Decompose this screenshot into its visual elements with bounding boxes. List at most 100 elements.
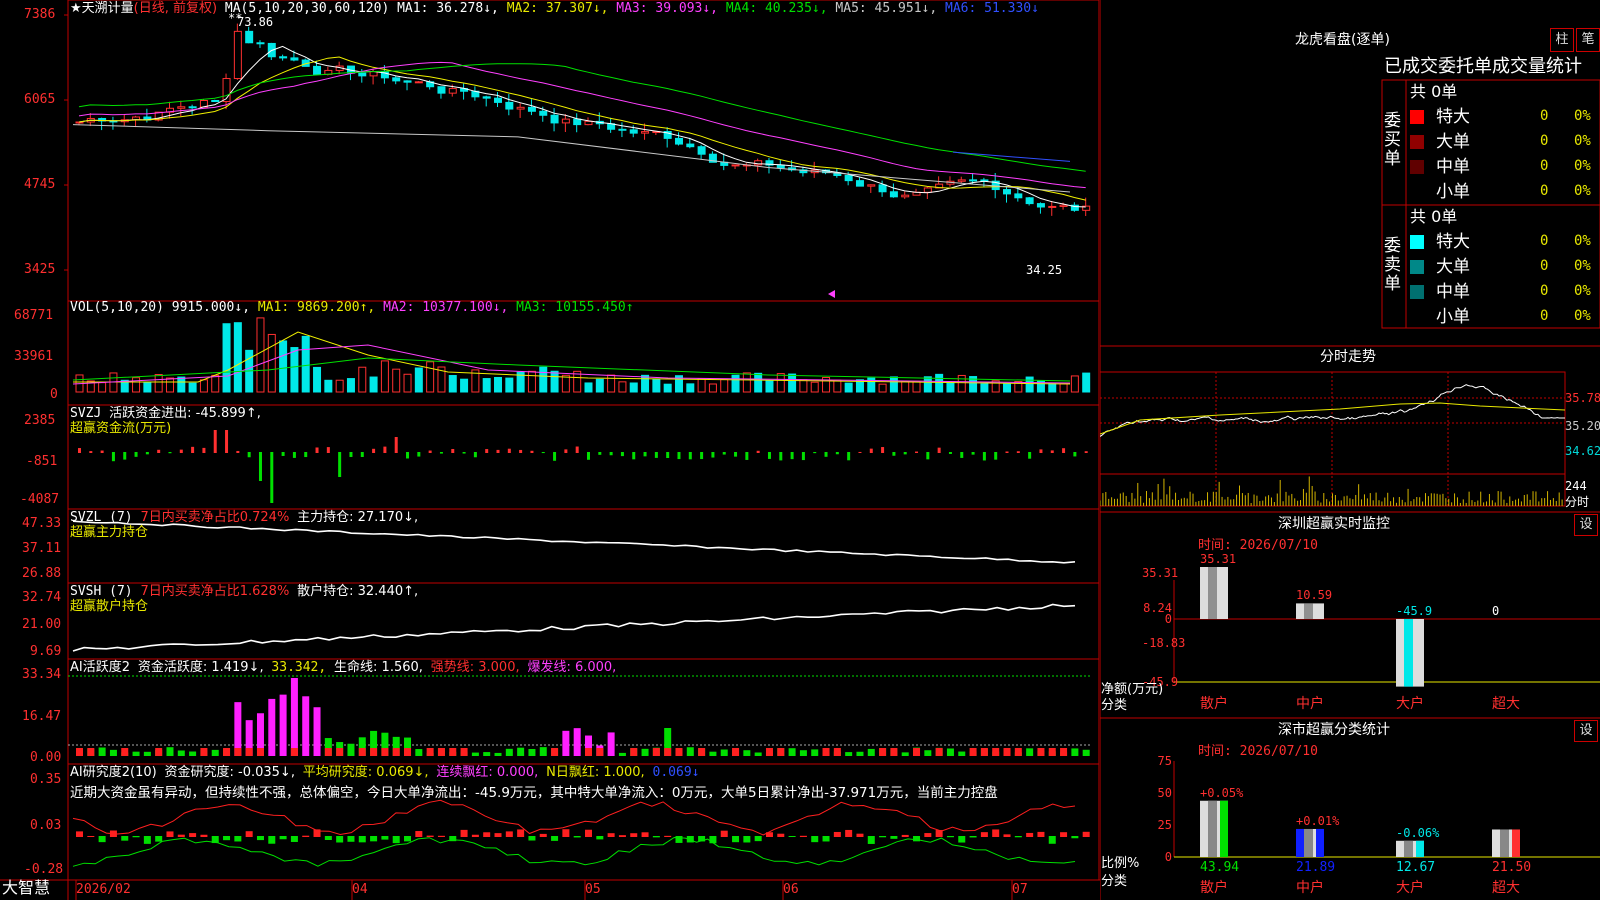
activity-red-base <box>980 748 988 756</box>
fundflow-bar <box>89 451 93 453</box>
svzl-ytick-0: 47.33 <box>22 516 62 531</box>
activity-bar <box>754 752 762 756</box>
sz-class-settings-button[interactable]: 设 <box>1574 720 1598 742</box>
volume-bar <box>629 382 638 393</box>
svsh-ytick-2: 9.69 <box>30 644 62 659</box>
candle <box>482 96 491 99</box>
szc-category-3: 超大 <box>1492 880 1520 896</box>
activity-red-base <box>449 748 457 756</box>
ma5-line <box>72 124 1071 193</box>
candle <box>855 180 864 187</box>
dragon-title: 龙虎看盘(逐单) <box>1295 32 1390 48</box>
research-bar <box>336 836 344 843</box>
szm-value-0: 35.31 <box>1200 552 1237 566</box>
activity-red-base <box>935 748 943 756</box>
vol-value: 9915.000↓, <box>171 300 251 315</box>
research-bar <box>969 836 977 838</box>
activity-red-base <box>437 748 445 756</box>
tick-mode-button[interactable]: 笔 <box>1576 28 1600 52</box>
buy-row-pct: 0% <box>1574 183 1591 199</box>
research-bar <box>76 831 83 837</box>
cursor-marker <box>828 290 835 298</box>
stock-terminal: ** ★天溯计量(日线, 前复权) MA(5,10,20,30,60,120) … <box>0 0 1600 900</box>
activity-bar <box>539 747 547 756</box>
svzl-header: SVZL (7) 7日内买卖净占比0.724% 主力持仓: 27.170↓, <box>70 510 418 526</box>
fundflow-bar <box>575 446 579 453</box>
volume-bar <box>346 378 355 393</box>
sell-swatch <box>1410 285 1424 299</box>
ma3-value: MA3: 39.093↓, <box>616 1 719 16</box>
sz-monitor-settings-button[interactable]: 设 <box>1574 514 1598 536</box>
bar-mode-button[interactable]: 柱 <box>1550 28 1574 52</box>
activity-bar <box>709 751 717 756</box>
air-nday: N日飘红: 1.000, <box>546 765 645 780</box>
volume-bar <box>833 379 842 393</box>
research-bar <box>732 836 740 843</box>
fundflow-bar <box>643 452 647 457</box>
volume-bar <box>957 374 966 393</box>
research-bar <box>1014 836 1022 838</box>
ai2-header: AI活跃度2 资金活跃度: 1.419↓, 33.342, 生命线: 1.560… <box>70 660 616 676</box>
szm-category-2: 大户 <box>1396 696 1424 712</box>
research-bar <box>1082 831 1090 837</box>
activity-red-base <box>1060 748 1068 756</box>
stock-title[interactable]: ★天溯计量 <box>70 1 134 16</box>
volume-bar <box>358 366 367 393</box>
szc-bar-color <box>1512 829 1520 857</box>
xaxis-label-0: 2026/02 <box>76 882 131 897</box>
activity-bar <box>132 751 140 756</box>
activity-red-base <box>392 748 400 756</box>
research-red-line <box>72 799 1076 836</box>
activity-bar <box>788 748 796 756</box>
sz-monitor-title: 深圳超赢实时监控 <box>1278 516 1390 532</box>
volume-bar <box>708 383 717 393</box>
svzl-ytick-2: 26.88 <box>22 566 62 581</box>
buy-row-name: 大单 <box>1436 132 1470 152</box>
volume-bar <box>788 373 797 393</box>
fundflow-bar <box>620 452 624 457</box>
fundflow-bar <box>394 437 398 453</box>
volume-bar <box>946 382 955 393</box>
fundflow-bar <box>338 452 342 477</box>
activity-bar <box>641 748 649 756</box>
activity-bar <box>867 748 875 756</box>
candle <box>1048 205 1057 208</box>
intraday-unit[interactable]: 分时 <box>1565 494 1589 510</box>
research-bar <box>641 832 649 837</box>
research-bar <box>788 836 796 838</box>
activity-bar <box>494 752 502 756</box>
fundflow-bar <box>745 452 749 460</box>
period-label[interactable]: (日线, 前复权) <box>134 1 217 16</box>
activity-red-base <box>324 748 332 756</box>
buy-swatch <box>1410 160 1424 174</box>
fundflow-bar <box>564 449 568 453</box>
candle <box>233 30 242 80</box>
activity-bar <box>347 743 355 756</box>
fundflow-bar <box>858 451 862 453</box>
fundflow-bar <box>292 452 296 458</box>
research-bar <box>867 836 875 844</box>
fundflow-bar <box>700 452 704 460</box>
volume-bar <box>607 374 616 393</box>
activity-red-base <box>698 748 706 756</box>
volume-bar <box>188 382 197 393</box>
vol-title: VOL(5,10,20) <box>70 300 164 315</box>
volume-bar <box>369 376 378 393</box>
candle <box>573 118 582 126</box>
szc-ytick-3: 0 <box>1164 850 1172 864</box>
fundflow-bar <box>462 452 466 454</box>
activity-red-base <box>381 748 389 756</box>
volume-bar <box>279 340 288 393</box>
fundflow-bar <box>179 449 183 453</box>
fundflow-bar <box>417 452 421 457</box>
buy-row-name: 中单 <box>1436 157 1470 177</box>
retail-holding-line <box>72 603 1076 652</box>
intraday-price-0: 35.78 <box>1565 391 1600 405</box>
sell-row-pct: 0% <box>1574 258 1591 274</box>
fundflow-bar <box>779 452 783 461</box>
volume-bar <box>923 376 932 393</box>
research-bar <box>901 834 909 837</box>
research-bar <box>992 829 1000 837</box>
research-bar <box>279 836 287 840</box>
vol-ma2: MA2: 10377.100↓, <box>383 300 509 315</box>
